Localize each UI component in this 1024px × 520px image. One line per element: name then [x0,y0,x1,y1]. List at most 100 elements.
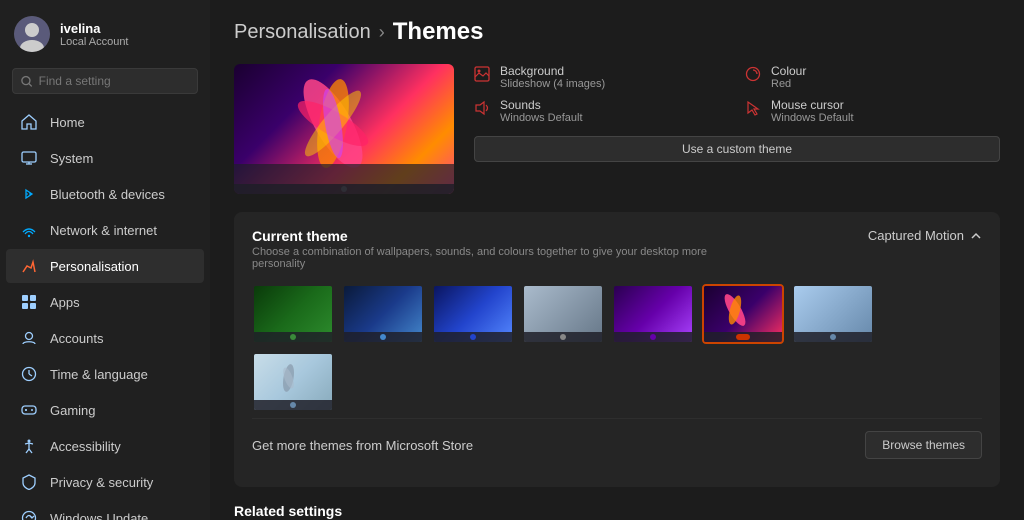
privacy-icon [20,473,38,491]
sidebar-item-bluetooth[interactable]: Bluetooth & devices [6,177,204,211]
sidebar-item-privacy[interactable]: Privacy & security [6,465,204,499]
meta-colour-label: Colour [771,64,806,78]
accounts-icon [20,329,38,347]
sidebar-label-apps: Apps [50,295,80,310]
preview-taskbar [234,184,454,194]
meta-sounds-label: Sounds [500,98,583,112]
breadcrumb-parent[interactable]: Personalisation [234,21,371,44]
sidebar-item-accounts[interactable]: Accounts [6,321,204,355]
network-icon [20,221,38,239]
sound-icon [474,100,492,118]
current-theme-title: Current theme [252,228,752,244]
mini-taskbar-7 [794,332,872,342]
mini-taskbar-3 [434,332,512,342]
apps-icon [20,293,38,311]
theme-bg-4 [524,286,602,342]
dot-8 [290,402,296,408]
sidebar-label-windows-update: Windows Update [50,511,148,520]
user-info: ivelina Local Account [60,21,129,48]
sidebar-item-apps[interactable]: Apps [6,285,204,319]
meta-sounds-value: Windows Default [500,112,583,124]
personalisation-icon [20,257,38,275]
mini-taskbar-2 [344,332,422,342]
meta-colour: Colour Red [745,64,1000,90]
theme-thumb-2[interactable] [342,284,424,344]
dot-6 [736,334,750,340]
theme-thumb-5[interactable] [612,284,694,344]
meta-colour-text: Colour Red [771,64,806,90]
current-theme-header: Current theme Choose a combination of wa… [252,228,982,270]
current-theme-desc: Choose a combination of wallpapers, soun… [252,246,752,270]
sidebar-label-accounts: Accounts [50,331,103,346]
theme-thumb-4[interactable] [522,284,604,344]
sidebar-label-time: Time & language [50,367,148,382]
meta-background-label: Background [500,64,605,78]
home-icon [20,113,38,131]
meta-cursor: Mouse cursor Windows Default [745,98,1000,124]
theme-bg-2 [344,286,422,342]
sidebar-label-privacy: Privacy & security [50,475,153,490]
dot-2 [380,334,386,340]
mini-taskbar-6 [704,332,782,342]
theme-thumb-1[interactable] [252,284,334,344]
breadcrumb-separator: › [379,22,385,43]
meta-cursor-text: Mouse cursor Windows Default [771,98,854,124]
sidebar-item-time[interactable]: Time & language [6,357,204,391]
main-content: Personalisation › Themes [210,0,1024,520]
sidebar-item-system[interactable]: System [6,141,204,175]
system-icon [20,149,38,167]
dot-4 [560,334,566,340]
search-input[interactable] [39,74,189,88]
active-theme-name: Captured Motion [868,228,964,243]
thumb-swirl [267,361,312,396]
dot-7 [830,334,836,340]
search-box[interactable] [12,68,198,94]
theme-bg-1 [254,286,332,342]
avatar [14,16,50,52]
theme-bg-5 [614,286,692,342]
accessibility-icon [20,437,38,455]
sidebar-label-accessibility: Accessibility [50,439,121,454]
sidebar: ivelina Local Account Home System [0,0,210,520]
custom-theme-button[interactable]: Use a custom theme [474,136,1000,162]
theme-thumb-7[interactable] [792,284,874,344]
meta-sounds: Sounds Windows Default [474,98,729,124]
mini-taskbar-4 [524,332,602,342]
time-icon [20,365,38,383]
user-type: Local Account [60,36,129,48]
sidebar-item-network[interactable]: Network & internet [6,213,204,247]
background-icon [474,66,492,84]
sidebar-item-windows-update[interactable]: Windows Update [6,501,204,520]
sidebar-label-system: System [50,151,93,166]
theme-thumb-3[interactable] [432,284,514,344]
related-title: Related settings [234,503,1000,519]
browse-themes-button[interactable]: Browse themes [865,431,982,459]
hero-abstract [258,69,408,179]
theme-meta-grid: Background Slideshow (4 images) Colour [474,64,1000,124]
theme-meta: Background Slideshow (4 images) Colour [474,64,1000,162]
bluetooth-icon [20,185,38,203]
sidebar-item-accessibility[interactable]: Accessibility [6,429,204,463]
sidebar-label-personalisation: Personalisation [50,259,139,274]
mini-taskbar-1 [254,332,332,342]
sidebar-item-gaming[interactable]: Gaming [6,393,204,427]
sidebar-label-network: Network & internet [50,223,157,238]
user-profile[interactable]: ivelina Local Account [0,0,210,64]
breadcrumb-current: Themes [393,18,484,46]
theme-hero: Background Slideshow (4 images) Colour [234,64,1000,194]
mini-taskbar-5 [614,332,692,342]
sidebar-label-gaming: Gaming [50,403,96,418]
taskbar-dot [341,186,347,192]
current-theme-section: Current theme Choose a combination of wa… [234,212,1000,487]
sidebar-item-personalisation[interactable]: Personalisation [6,249,204,283]
breadcrumb: Personalisation › Themes [234,18,1000,46]
get-more-bar: Get more themes from Microsoft Store Bro… [252,418,982,471]
theme-thumb-8[interactable] [252,352,334,412]
theme-thumb-6[interactable] [702,284,784,344]
colour-icon [745,66,763,84]
sidebar-item-home[interactable]: Home [6,105,204,139]
dot-5 [650,334,656,340]
meta-cursor-value: Windows Default [771,112,854,124]
sidebar-label-bluetooth: Bluetooth & devices [50,187,165,202]
meta-background-text: Background Slideshow (4 images) [500,64,605,90]
